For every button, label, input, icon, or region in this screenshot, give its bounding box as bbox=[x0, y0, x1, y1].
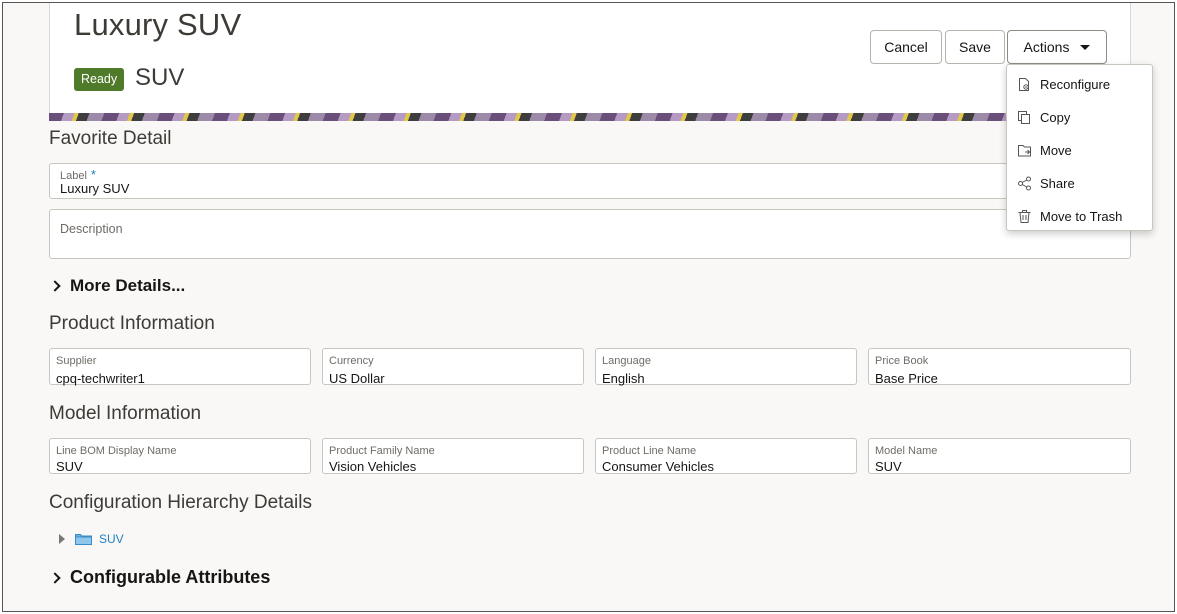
more-details-label: More Details... bbox=[70, 276, 186, 295]
model-name-label: Model Name bbox=[875, 445, 938, 457]
menu-item-label: Reconfigure bbox=[1040, 77, 1111, 92]
status-badge: Ready bbox=[74, 68, 125, 91]
configuration-hierarchy-heading: Configuration Hierarchy Details bbox=[49, 492, 312, 513]
favorite-detail-heading: Favorite Detail bbox=[49, 128, 172, 149]
language-value: English bbox=[602, 371, 645, 386]
more-details-toggle[interactable]: More Details... bbox=[49, 276, 185, 296]
save-button[interactable]: Save bbox=[945, 30, 1005, 64]
actions-button[interactable]: Actions bbox=[1007, 30, 1107, 64]
language-label: Language bbox=[602, 355, 651, 367]
product-family-name-value: Vision Vehicles bbox=[329, 459, 417, 474]
tree-node-label[interactable]: SUV bbox=[99, 532, 124, 546]
menu-item-label: Share bbox=[1040, 176, 1075, 191]
supplier-label: Supplier bbox=[56, 355, 97, 367]
product-line-name-label: Product Line Name bbox=[602, 445, 697, 457]
chevron-right-icon bbox=[49, 571, 61, 584]
line-bom-display-name-field[interactable]: Line BOM Display Name SUV bbox=[49, 438, 311, 474]
supplier-field[interactable]: Supplier cpq-techwriter1 bbox=[49, 348, 311, 386]
chevron-right-icon bbox=[49, 280, 61, 292]
price-book-label: Price Book bbox=[875, 355, 929, 367]
folder-icon bbox=[75, 534, 92, 545]
description-field[interactable]: Description bbox=[49, 209, 1131, 259]
price-book-value: Base Price bbox=[875, 371, 938, 386]
price-book-field[interactable]: Price Book Base Price bbox=[868, 348, 1131, 386]
actions-menu: Reconfigure Copy Move Share Move to Tras… bbox=[1006, 64, 1153, 231]
menu-item-reconfigure[interactable]: Reconfigure bbox=[1007, 68, 1152, 101]
product-line-name-value: Consumer Vehicles bbox=[602, 459, 714, 474]
currency-value: US Dollar bbox=[329, 371, 385, 386]
cancel-button[interactable]: Cancel bbox=[870, 30, 942, 64]
currency-label: Currency bbox=[329, 355, 374, 367]
header-banner bbox=[49, 113, 1131, 121]
model-information-heading: Model Information bbox=[49, 403, 202, 424]
label-field[interactable]: Label * Luxury SUV bbox=[49, 163, 1131, 199]
page-subtitle: SUV bbox=[135, 64, 185, 91]
reconfigure-icon bbox=[1019, 78, 1029, 91]
description-field-label: Description bbox=[60, 222, 123, 236]
menu-item-copy[interactable]: Copy bbox=[1007, 101, 1152, 134]
menu-item-label: Copy bbox=[1040, 110, 1071, 125]
product-line-name-field[interactable]: Product Line Name Consumer Vehicles bbox=[595, 438, 857, 474]
currency-field[interactable]: Currency US Dollar bbox=[322, 348, 584, 386]
required-mark: * bbox=[90, 167, 96, 182]
configurable-attributes-label: Configurable Attributes bbox=[70, 567, 271, 587]
tree-node-suv[interactable]: SUV bbox=[59, 532, 124, 546]
product-information-heading: Product Information bbox=[49, 313, 215, 334]
menu-item-move-to-trash[interactable]: Move to Trash bbox=[1007, 200, 1152, 233]
product-family-name-label: Product Family Name bbox=[329, 445, 435, 457]
actions-button-label: Actions bbox=[1023, 39, 1070, 55]
chevron-down-icon bbox=[1080, 45, 1091, 50]
move-icon bbox=[1018, 145, 1031, 157]
product-family-name-field[interactable]: Product Family Name Vision Vehicles bbox=[322, 438, 584, 474]
expand-arrow-icon[interactable] bbox=[59, 534, 65, 544]
model-name-field[interactable]: Model Name SUV bbox=[868, 438, 1131, 474]
menu-item-move[interactable]: Move bbox=[1007, 134, 1152, 167]
label-field-label: Label * bbox=[60, 167, 96, 182]
line-bom-display-name-value: SUV bbox=[56, 459, 83, 474]
page-title: Luxury SUV bbox=[74, 7, 242, 42]
menu-item-label: Move to Trash bbox=[1040, 209, 1123, 224]
menu-item-label: Move bbox=[1040, 143, 1072, 158]
save-button-label: Save bbox=[959, 39, 991, 55]
line-bom-display-name-label: Line BOM Display Name bbox=[56, 445, 177, 457]
model-name-value: SUV bbox=[875, 459, 902, 474]
supplier-value: cpq-techwriter1 bbox=[56, 371, 145, 386]
trash-icon bbox=[1018, 210, 1031, 223]
menu-item-share[interactable]: Share bbox=[1007, 167, 1152, 200]
copy-icon bbox=[1018, 111, 1030, 124]
header-card: Luxury SUV Ready SUV Cancel Save Actions bbox=[49, 3, 1131, 121]
language-field[interactable]: Language English bbox=[595, 348, 857, 386]
app-frame: Luxury SUV Ready SUV Cancel Save Actions… bbox=[2, 2, 1175, 612]
label-field-value: Luxury SUV bbox=[60, 181, 130, 196]
share-icon bbox=[1018, 176, 1031, 191]
configurable-attributes-toggle[interactable]: Configurable Attributes bbox=[49, 567, 270, 588]
cancel-button-label: Cancel bbox=[884, 39, 928, 55]
